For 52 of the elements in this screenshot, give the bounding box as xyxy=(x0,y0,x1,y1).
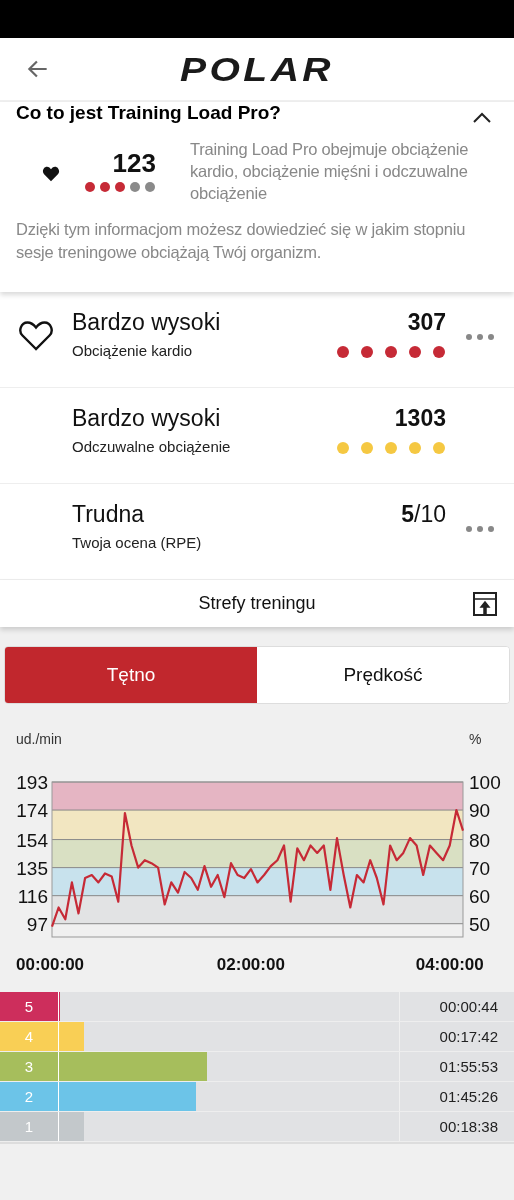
y-tick: 193 xyxy=(16,772,48,793)
more-icon[interactable] xyxy=(465,333,495,341)
y-tick: 116 xyxy=(17,885,48,907)
zone-number: 5 xyxy=(0,992,59,1021)
zone-time: 00:00:44 xyxy=(438,997,499,1017)
axis-unit: % xyxy=(469,731,482,747)
zone-number: 4 xyxy=(0,1022,59,1051)
load-level: Trudna xyxy=(72,501,146,528)
y-tick: 100 xyxy=(469,772,501,793)
logo: POLAR xyxy=(179,49,335,89)
y-tick: 135 xyxy=(16,857,48,879)
y-tick: 80 xyxy=(469,829,491,851)
y-tick: 60 xyxy=(469,885,491,907)
load-value: 307 xyxy=(407,309,446,336)
section-title: Strefy treningu xyxy=(198,593,316,614)
x-tick: 00:00:00 xyxy=(16,955,85,974)
section-heading: Co to jest Training Load Pro? xyxy=(16,102,281,124)
heart-icon xyxy=(18,320,54,352)
heart-icon xyxy=(42,166,60,182)
zone-time: 00:18:38 xyxy=(438,1117,499,1137)
collapse-icon[interactable] xyxy=(472,112,492,124)
zone-time: 01:45:26 xyxy=(438,1087,499,1107)
y-tick: 174 xyxy=(16,800,48,822)
zone-number: 1 xyxy=(0,1112,59,1141)
load-value: 1303 xyxy=(394,405,446,432)
load-label: Odczuwalne obciążenie xyxy=(72,438,232,455)
export-icon[interactable] xyxy=(473,592,497,616)
y-tick: 154 xyxy=(16,829,48,851)
x-tick: 02:00:00 xyxy=(216,955,285,974)
load-label: Twoja ocena (RPE) xyxy=(72,534,203,551)
y-tick: 90 xyxy=(469,800,491,822)
description-text: Training Load Pro obejmuje obciążenie kardio, obciążenie mięśni i odczuwalne obciążenie xyxy=(190,139,470,204)
list-row[interactable]: Bardzo wysoki Obciążenie kardio 307 xyxy=(0,292,514,388)
load-level: Bardzo wysoki xyxy=(72,405,222,432)
more-icon[interactable] xyxy=(465,525,495,533)
score-value: 123 xyxy=(112,148,156,179)
x-tick: 04:00:00 xyxy=(415,955,484,974)
list-row[interactable]: Trudna Twoja ocena (RPE) 5/10 xyxy=(0,484,514,580)
load-level: Bardzo wysoki xyxy=(72,309,222,336)
tab[interactable]: Tętno xyxy=(5,647,257,703)
load-value: 5/10 xyxy=(401,501,446,528)
y-tick: 97 xyxy=(26,913,48,935)
axis-unit: ud./min xyxy=(16,731,62,747)
zone-number: 3 xyxy=(0,1052,59,1081)
zone-number: 2 xyxy=(0,1082,59,1111)
note-text: Dzięki tym informacjom możesz dowiedzieć się w jakim stopniu sesje treningowe obciążają Twój organizm. xyxy=(16,219,467,263)
load-label: Obciążenie kardio xyxy=(72,342,194,359)
zone-time: 01:55:53 xyxy=(438,1057,499,1077)
zone-time: 00:17:42 xyxy=(438,1027,499,1047)
list-row[interactable]: Bardzo wysoki Odczuwalne obciążenie 1303 xyxy=(0,388,514,484)
y-tick: 50 xyxy=(469,913,491,935)
y-tick: 70 xyxy=(469,857,491,879)
